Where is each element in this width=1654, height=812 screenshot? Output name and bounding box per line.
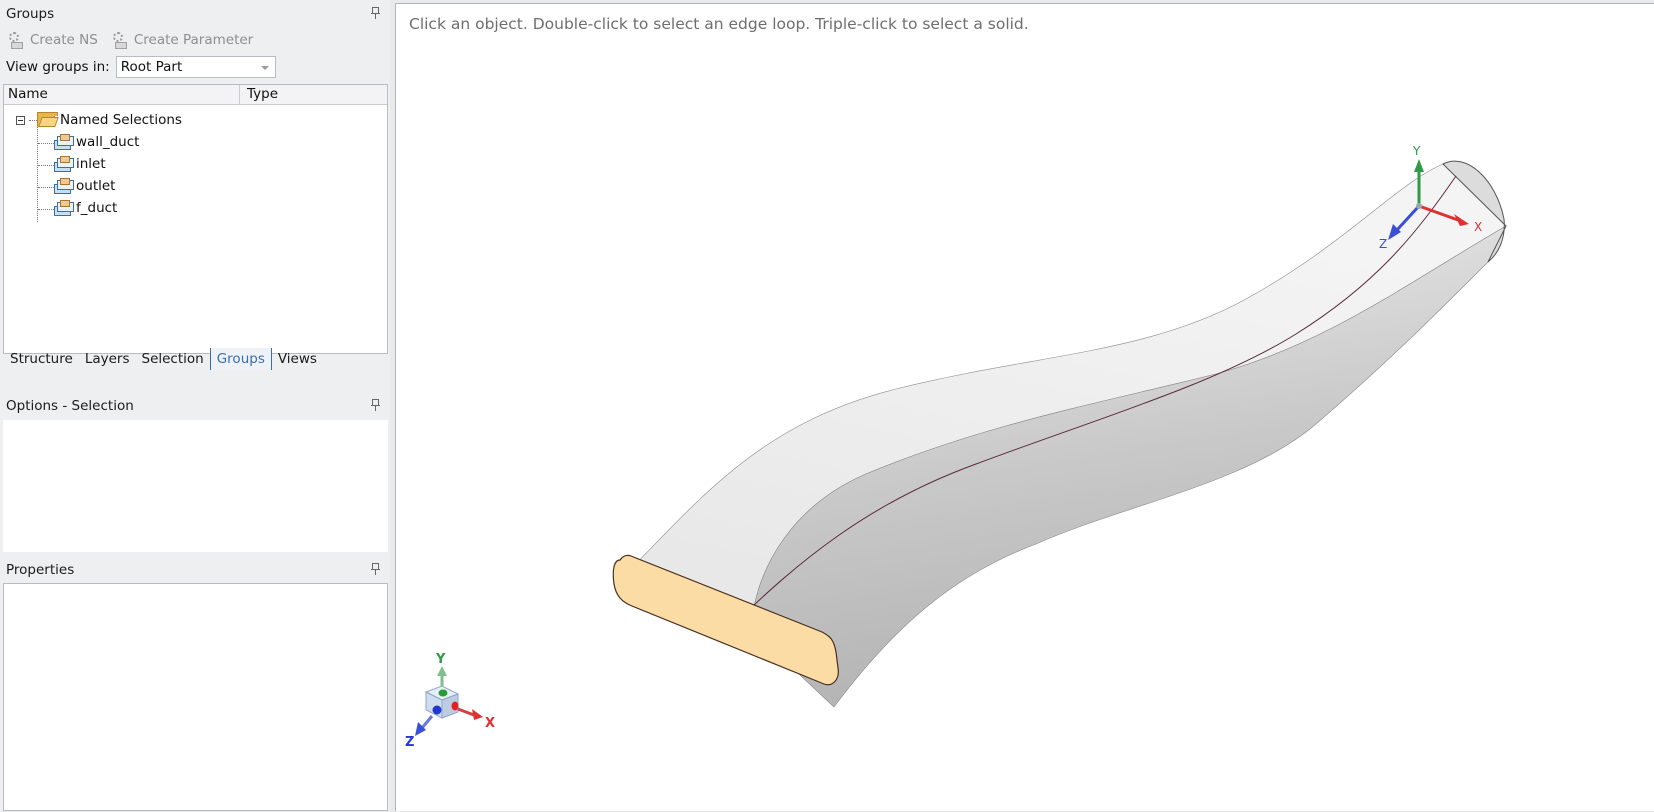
- create-ns-button[interactable]: Create NS: [4, 31, 102, 49]
- create-parameter-icon: [112, 31, 130, 49]
- tree-item-label: inlet: [76, 156, 106, 172]
- pin-icon[interactable]: [371, 399, 380, 411]
- tree-item-named-selections[interactable]: Named Selections: [60, 110, 182, 130]
- groups-toolbar: Create NS Create Parameter: [4, 28, 257, 52]
- groups-panel-title: Groups: [6, 6, 55, 22]
- create-parameter-button[interactable]: Create Parameter: [108, 31, 257, 49]
- properties-panel-body: [3, 583, 388, 811]
- global-y-label: Y: [435, 652, 446, 667]
- local-z-label: Z: [1379, 237, 1387, 251]
- tree-item-inlet[interactable]: inlet: [76, 154, 106, 174]
- graphics-viewport[interactable]: Click an object. Double-click to select …: [395, 3, 1654, 811]
- view-groups-dropdown[interactable]: Root Part: [115, 56, 276, 78]
- scene-canvas: Y X Z Y X Z: [405, 144, 1507, 750]
- named-selection-icon: [54, 200, 74, 216]
- tree-header: Name Type: [4, 85, 387, 105]
- tree-connector: [37, 125, 38, 222]
- duct-solid[interactable]: [612, 160, 1507, 708]
- tree-item-f-duct[interactable]: f_duct: [76, 198, 117, 218]
- tree-item-wall-duct[interactable]: wall_duct: [76, 132, 139, 152]
- options-panel-title: Options - Selection: [6, 398, 134, 414]
- panel-tabs: Structure Layers Selection Groups Views: [0, 345, 390, 372]
- column-type-header[interactable]: Type: [247, 86, 278, 102]
- folder-open-icon: [37, 112, 59, 127]
- tree-connector: [38, 143, 54, 144]
- tree-item-outlet[interactable]: outlet: [76, 176, 115, 196]
- named-selection-icon: [54, 134, 74, 150]
- create-ns-label: Create NS: [30, 32, 98, 48]
- local-y-label: Y: [1412, 144, 1421, 158]
- tree-item-label: Named Selections: [60, 112, 182, 128]
- local-x-label: X: [1474, 220, 1482, 234]
- duct-top-face: [617, 163, 1507, 630]
- collapse-toggle[interactable]: [16, 116, 25, 125]
- create-parameter-label: Create Parameter: [133, 32, 254, 48]
- tree-connector: [38, 187, 54, 188]
- view-orientation-triad[interactable]: Y X Z: [405, 652, 495, 750]
- view-groups-row: View groups in: Root Part: [6, 56, 276, 78]
- tree-connector: [38, 165, 54, 166]
- view-groups-value: Root Part: [120, 59, 183, 75]
- column-separator[interactable]: [239, 85, 240, 104]
- properties-panel-title: Properties: [6, 562, 75, 578]
- create-ns-icon: [8, 31, 26, 49]
- tab-groups[interactable]: Groups: [209, 347, 272, 370]
- global-z-label: Z: [405, 735, 414, 750]
- tree-item-label: outlet: [76, 178, 116, 194]
- named-selection-icon: [54, 156, 74, 172]
- tree-item-label: f_duct: [76, 200, 118, 216]
- groups-tree: Name Type Named Selections wall_duct inl…: [3, 84, 388, 354]
- tab-selection[interactable]: Selection: [136, 348, 210, 370]
- tab-layers[interactable]: Layers: [79, 348, 136, 370]
- tree-item-label: wall_duct: [76, 134, 140, 150]
- global-x-label: X: [485, 716, 495, 731]
- column-name-header[interactable]: Name: [8, 86, 48, 102]
- tree-connector: [38, 209, 54, 210]
- pin-icon[interactable]: [371, 563, 380, 575]
- tab-structure[interactable]: Structure: [4, 348, 79, 370]
- view-groups-label: View groups in:: [6, 59, 110, 75]
- tab-views[interactable]: Views: [272, 348, 323, 370]
- pin-icon[interactable]: [371, 7, 380, 19]
- left-panels: Groups Create NS Create Parameter View g…: [0, 0, 390, 811]
- chevron-down-icon: [260, 66, 269, 70]
- options-panel-body: [3, 420, 388, 552]
- named-selection-icon: [54, 178, 74, 194]
